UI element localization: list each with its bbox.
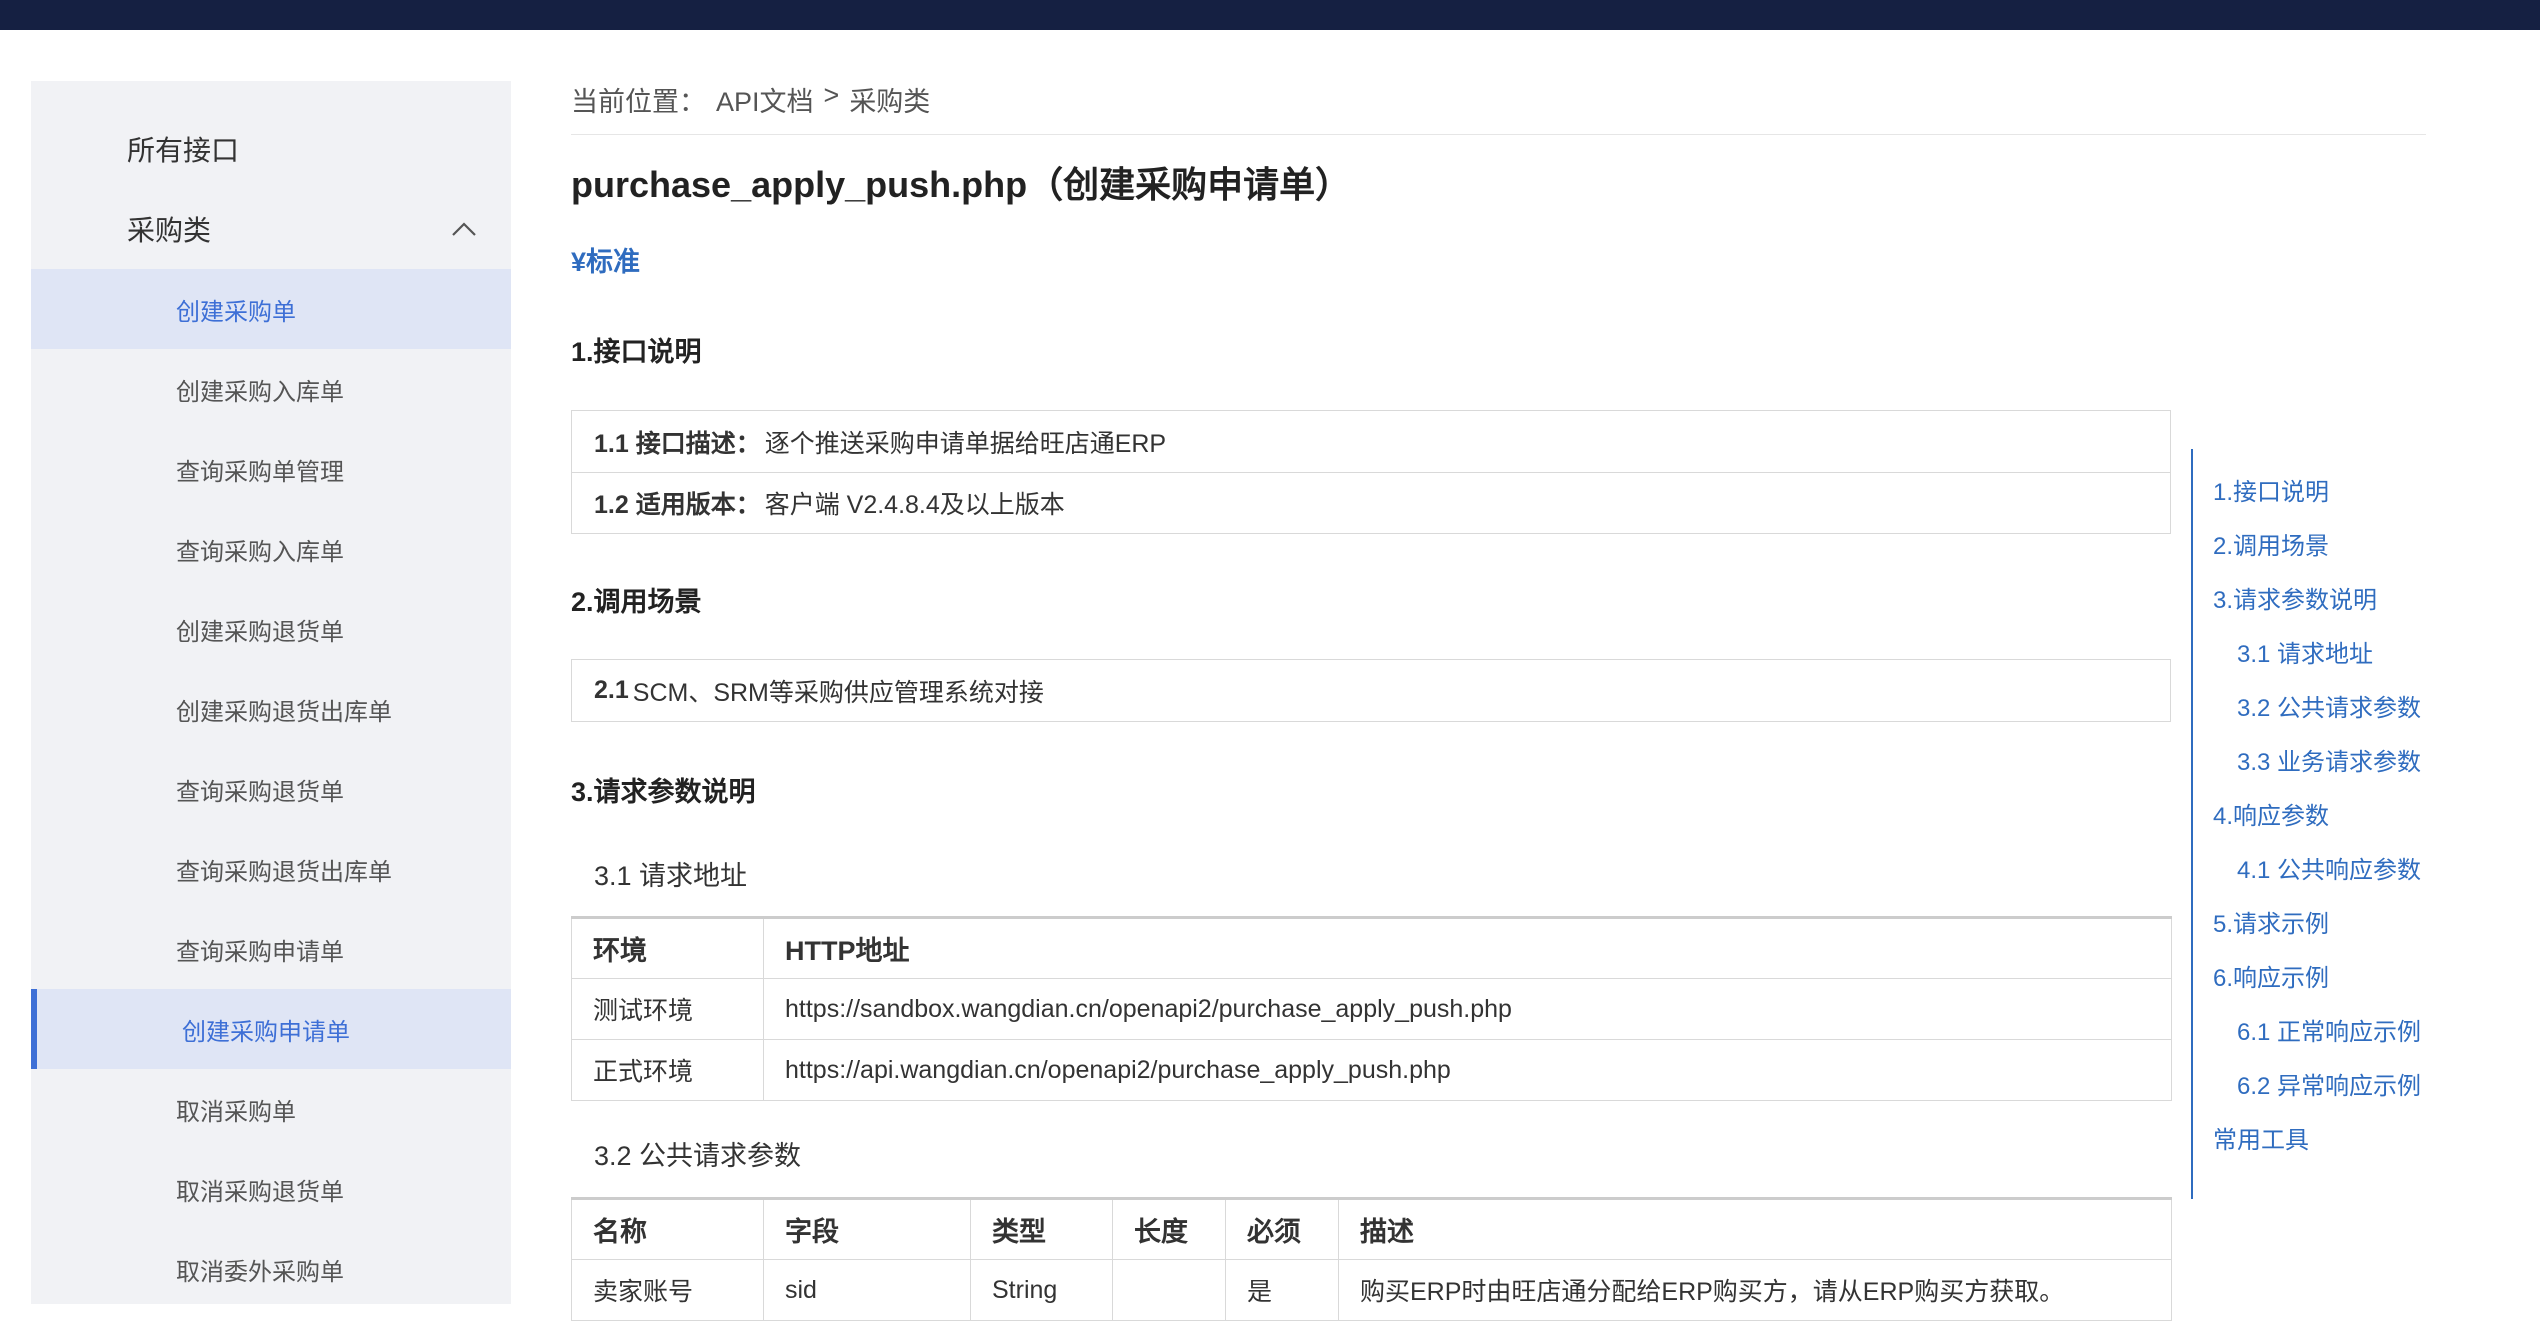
table-cell: sid <box>763 1259 971 1321</box>
info-key: 1.1 接口描述： <box>594 429 761 458</box>
breadcrumb-divider <box>571 134 2426 135</box>
sidebar-all-apis-label: 所有接口 <box>127 135 240 166</box>
column-header: HTTP地址 <box>763 916 2172 979</box>
info-row: 1.2 适用版本： 客户端 V2.4.8.4及以上版本 <box>572 472 2170 533</box>
table-cell: 是 <box>1225 1259 1339 1321</box>
table-cell: 购买ERP时由旺店通分配给ERP购买方，请从ERP购买方获取。 <box>1338 1259 2172 1321</box>
column-header: 必须 <box>1225 1197 1339 1260</box>
sidebar-item-label: 查询采购单管理 <box>176 458 344 486</box>
info-value: SCM、SRM等采购供应管理系统对接 <box>632 678 1044 707</box>
breadcrumb-root-link[interactable]: API文档 <box>716 80 814 119</box>
toc-link-response-example[interactable]: 6.响应示例 <box>2213 958 2329 993</box>
table-cell <box>1112 1259 1226 1321</box>
sidebar-item-label: 取消委外采购单 <box>176 1258 344 1286</box>
toc-link-common-tools[interactable]: 常用工具 <box>2213 1120 2309 1155</box>
subsection-heading-request-url: 3.1 请求地址 <box>594 861 748 891</box>
breadcrumb-separator: > <box>823 80 840 110</box>
chevron-up-icon[interactable] <box>450 189 478 269</box>
sidebar-all-apis[interactable]: 所有接口 <box>31 109 511 189</box>
info-key: 2.1 <box>594 676 629 704</box>
sidebar-item-query-return-stockout[interactable]: 查询采购退货出库单 <box>31 829 511 909</box>
sidebar-item-create-purchase-stockin[interactable]: 创建采购入库单 <box>31 349 511 429</box>
toc-link-request-url[interactable]: 3.1 请求地址 <box>2237 634 2373 669</box>
table-row: 正式环境 https://api.wangdian.cn/openapi2/pu… <box>571 1039 2172 1101</box>
toc-link-business-request-params[interactable]: 3.3 业务请求参数 <box>2237 742 2421 777</box>
column-header: 类型 <box>970 1197 1113 1260</box>
table-header-row: 环境 HTTP地址 <box>571 916 2172 979</box>
table-cell: 正式环境 <box>571 1039 764 1101</box>
toc-link-request-example[interactable]: 5.请求示例 <box>2213 904 2329 939</box>
sidebar-item-label: 创建采购入库单 <box>176 378 344 406</box>
sidebar-item-create-purchase-order[interactable]: 创建采购单 <box>31 269 511 349</box>
sidebar-item-label: 查询采购申请单 <box>176 938 344 966</box>
breadcrumb-current[interactable]: 采购类 <box>849 80 930 119</box>
column-header: 描述 <box>1338 1197 2172 1260</box>
sidebar-item-label: 查询采购入库单 <box>176 538 344 566</box>
sidebar-item-cancel-purchase-return[interactable]: 取消采购退货单 <box>31 1149 511 1229</box>
toc-rail <box>2191 449 2193 1199</box>
sidebar-item-label: 查询采购退货出库单 <box>176 858 392 886</box>
toc-link-request-params[interactable]: 3.请求参数说明 <box>2213 580 2377 615</box>
sidebar-item-label: 取消采购单 <box>176 1098 296 1126</box>
request-url-table: 环境 HTTP地址 测试环境 https://sandbox.wangdian.… <box>571 916 2172 1101</box>
sidebar-item-create-return-stockout[interactable]: 创建采购退货出库单 <box>31 669 511 749</box>
table-cell: String <box>970 1259 1113 1321</box>
sidebar-item-query-purchase-order[interactable]: 查询采购单管理 <box>31 429 511 509</box>
sidebar-item-label: 创建采购退货单 <box>176 618 344 646</box>
sidebar-item-label: 创建采购申请单 <box>182 1018 350 1046</box>
section-heading-interface: 1.接口说明 <box>571 337 702 367</box>
common-params-table: 名称 字段 类型 长度 必须 描述 卖家账号 sid String 是 购买ER… <box>571 1197 2172 1321</box>
section-heading-scenario: 2.调用场景 <box>571 587 702 617</box>
sidebar-item-query-purchase-apply[interactable]: 查询采购申请单 <box>31 909 511 989</box>
table-row: 卖家账号 sid String 是 购买ERP时由旺店通分配给ERP购买方，请从… <box>571 1259 2172 1321</box>
column-header: 长度 <box>1112 1197 1226 1260</box>
toc-link-normal-response-example[interactable]: 6.1 正常响应示例 <box>2237 1012 2421 1047</box>
interface-info-box: 1.1 接口描述： 逐个推送采购申请单据给旺店通ERP 1.2 适用版本： 客户… <box>571 410 2171 534</box>
sidebar: 所有接口 采购类 创建采购单 创建采购入库单 查询采购单管理 查询采购入库单 创… <box>31 81 511 1304</box>
info-value: 客户端 V2.4.8.4及以上版本 <box>764 491 1065 519</box>
top-navbar <box>0 0 2540 30</box>
sidebar-category-purchase[interactable]: 采购类 <box>31 189 511 269</box>
toc-link-interface[interactable]: 1.接口说明 <box>2213 472 2329 507</box>
column-header: 名称 <box>571 1197 764 1260</box>
toc-link-common-request-params[interactable]: 3.2 公共请求参数 <box>2237 688 2421 723</box>
column-header: 环境 <box>571 916 764 979</box>
sidebar-item-create-purchase-return[interactable]: 创建采购退货单 <box>31 589 511 669</box>
table-cell-url: https://sandbox.wangdian.cn/openapi2/pur… <box>763 978 2172 1040</box>
table-cell: 测试环境 <box>571 978 764 1040</box>
sidebar-item-label: 取消采购退货单 <box>176 1178 344 1206</box>
sidebar-item-label: 创建采购单 <box>176 298 296 326</box>
breadcrumb-label: 当前位置： <box>571 87 706 117</box>
sidebar-item-cancel-outsource-order[interactable]: 取消委外采购单 <box>31 1229 511 1304</box>
table-cell-url: https://api.wangdian.cn/openapi2/purchas… <box>763 1039 2172 1101</box>
sidebar-item-label: 创建采购退货出库单 <box>176 698 392 726</box>
info-row: 2.1 SCM、SRM等采购供应管理系统对接 <box>572 660 2170 721</box>
section-heading-request-params: 3.请求参数说明 <box>571 777 756 807</box>
sidebar-item-cancel-purchase-order[interactable]: 取消采购单 <box>31 1069 511 1149</box>
table-row: 测试环境 https://sandbox.wangdian.cn/openapi… <box>571 978 2172 1040</box>
sidebar-item-create-purchase-apply[interactable]: 创建采购申请单 <box>31 989 511 1069</box>
sidebar-item-query-purchase-return[interactable]: 查询采购退货单 <box>31 749 511 829</box>
sidebar-item-query-purchase-stockin[interactable]: 查询采购入库单 <box>31 509 511 589</box>
page-title: purchase_apply_push.php（创建采购申请单） <box>571 164 1352 205</box>
scenario-info-box: 2.1 SCM、SRM等采购供应管理系统对接 <box>571 659 2171 722</box>
breadcrumb: 当前位置： API文档 > 采购类 <box>571 80 930 119</box>
toc-link-common-response-params[interactable]: 4.1 公共响应参数 <box>2237 850 2421 885</box>
toc-link-error-response-example[interactable]: 6.2 异常响应示例 <box>2237 1066 2421 1101</box>
info-key: 1.2 适用版本： <box>594 491 761 519</box>
edition-tag: ¥标准 <box>571 247 641 277</box>
toc-link-scenario[interactable]: 2.调用场景 <box>2213 526 2329 561</box>
sidebar-category-label: 采购类 <box>127 215 212 246</box>
toc-link-response-params[interactable]: 4.响应参数 <box>2213 796 2329 831</box>
table-cell: 卖家账号 <box>571 1259 764 1321</box>
info-row: 1.1 接口描述： 逐个推送采购申请单据给旺店通ERP <box>572 411 2170 472</box>
info-value: 逐个推送采购申请单据给旺店通ERP <box>764 429 1167 458</box>
table-header-row: 名称 字段 类型 长度 必须 描述 <box>571 1197 2172 1260</box>
sidebar-item-label: 查询采购退货单 <box>176 778 344 806</box>
subsection-heading-common-params: 3.2 公共请求参数 <box>594 1141 802 1171</box>
column-header: 字段 <box>763 1197 971 1260</box>
